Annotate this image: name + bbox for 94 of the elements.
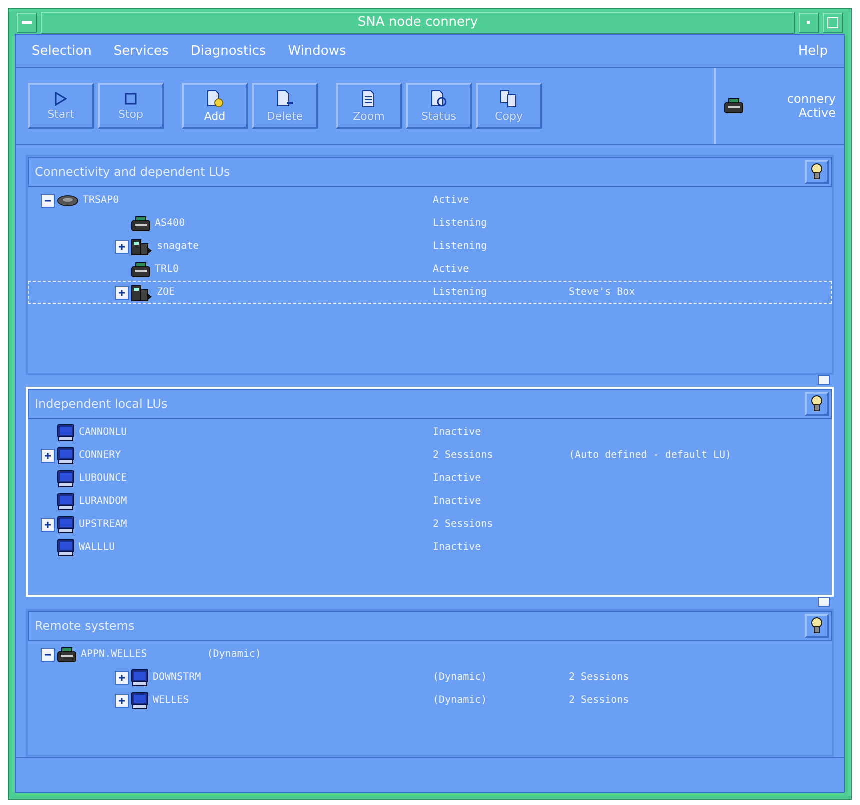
menu-item[interactable]: Help: [798, 44, 828, 58]
plus-icon: [118, 242, 126, 250]
plus-icon: [118, 288, 126, 296]
monitor-icon: [57, 470, 75, 488]
window-menu-button[interactable]: [17, 13, 37, 33]
node-name: connery: [787, 92, 836, 106]
tree-item-name[interactable]: LURANDOM: [79, 496, 128, 507]
menu-item[interactable]: Diagnostics: [190, 44, 266, 58]
tree-item-status: Listening: [433, 241, 488, 252]
dash-icon: [22, 21, 32, 25]
toolbar-button[interactable]: Add: [182, 83, 248, 129]
sash-handle[interactable]: [818, 375, 830, 385]
plus-icon: [118, 696, 126, 704]
menu-item[interactable]: Windows: [288, 44, 346, 58]
tree-item-status: Inactive: [433, 496, 482, 507]
server-icon: [131, 284, 153, 302]
tree-item-name[interactable]: TRL0: [155, 264, 180, 275]
expand-button[interactable]: [115, 286, 129, 300]
tree-item-note: 2 Sessions: [569, 672, 630, 683]
monitor-icon: [131, 692, 149, 710]
tree-item-status: Inactive: [433, 473, 482, 484]
monitor-icon: [131, 668, 149, 686]
tree-item-name[interactable]: AS400: [155, 218, 186, 229]
tree-item-name[interactable]: APPN.WELLES: [81, 649, 148, 660]
copy-icon: [500, 90, 518, 108]
tree-item-name[interactable]: snagate: [157, 241, 200, 252]
tree-item-note: (Auto defined - default LU): [569, 450, 732, 461]
node-state: Active: [798, 106, 836, 120]
printer-icon: [131, 216, 151, 232]
window-title: SNA node connery: [41, 12, 795, 34]
tree-item-status: Listening: [433, 218, 488, 229]
menu-item[interactable]: Selection: [32, 44, 92, 58]
square-icon: [827, 17, 839, 29]
tree-item-name[interactable]: ZOE: [157, 287, 176, 298]
expand-button[interactable]: [115, 670, 129, 684]
menu-item[interactable]: Services: [114, 44, 169, 58]
help-button[interactable]: [805, 392, 829, 416]
focused-tree-row[interactable]: ZOE Listening Steve's Box: [28, 281, 832, 304]
tree-item-name[interactable]: CONNERY: [79, 450, 122, 461]
tree-item-name[interactable]: LUBOUNCE: [79, 473, 128, 484]
plus-icon: [118, 674, 126, 682]
tree-item-note: 2 Sessions: [569, 695, 630, 706]
lightbulb-icon: [811, 617, 823, 635]
tree-item-tag: (Dynamic): [207, 649, 262, 660]
plus-icon: [44, 452, 52, 460]
tree-item-name[interactable]: UPSTREAM: [79, 519, 128, 530]
play-icon: [54, 92, 68, 106]
tree-item-name[interactable]: WELLES: [153, 695, 190, 706]
tree-item-status: 2 Sessions: [433, 519, 494, 530]
tree-item-note: Steve's Box: [569, 287, 636, 298]
tree-item-status: (Dynamic): [433, 695, 488, 706]
help-button[interactable]: [805, 614, 829, 638]
tree-item-name[interactable]: DOWNSTRM: [153, 672, 202, 683]
document-add-icon: [206, 90, 224, 108]
panel-title: Independent local LUs: [35, 397, 168, 411]
monitor-icon: [57, 446, 75, 464]
tree-item-status: Inactive: [433, 427, 482, 438]
printer-icon: [57, 646, 77, 662]
monitor-icon: [57, 516, 75, 534]
plus-icon: [44, 520, 52, 528]
tree-item-status: Active: [433, 195, 470, 206]
expand-button[interactable]: [41, 448, 55, 462]
printer-icon: [131, 262, 151, 278]
tree-item-status: 2 Sessions: [433, 450, 494, 461]
monitor-icon: [57, 538, 75, 556]
lightbulb-icon: [811, 163, 823, 181]
expand-button[interactable]: [41, 518, 55, 532]
tree-item-name[interactable]: TRSAP0: [83, 195, 120, 206]
tree-item-name[interactable]: WALLLU: [79, 542, 116, 553]
help-button[interactable]: [805, 160, 829, 184]
maximize-button[interactable]: [823, 13, 843, 33]
tree-item-status: Active: [433, 264, 470, 275]
tree-item-status: Listening: [433, 287, 488, 298]
panel-title: Connectivity and dependent LUs: [35, 165, 230, 179]
lightbulb-icon: [811, 395, 823, 413]
stop-icon: [124, 92, 138, 106]
panel-title: Remote systems: [35, 619, 135, 633]
sash-handle[interactable]: [818, 597, 830, 607]
document-icon: [361, 90, 377, 108]
expand-button[interactable]: [115, 240, 129, 254]
tree-item-status: (Dynamic): [433, 672, 488, 683]
monitor-icon: [57, 492, 75, 510]
expand-button[interactable]: [115, 694, 129, 708]
collapse-button[interactable]: [41, 648, 55, 662]
minimize-button[interactable]: [799, 13, 819, 33]
server-icon: [131, 238, 153, 256]
monitor-icon: [57, 424, 75, 442]
printer-icon: [724, 98, 744, 114]
document-remove-icon: [276, 90, 294, 108]
collapse-button[interactable]: [41, 194, 55, 208]
document-status-icon: [430, 90, 448, 108]
tree-item-name[interactable]: CANNONLU: [79, 427, 128, 438]
tree-item-status: Inactive: [433, 542, 482, 553]
disk-icon: [57, 194, 79, 206]
